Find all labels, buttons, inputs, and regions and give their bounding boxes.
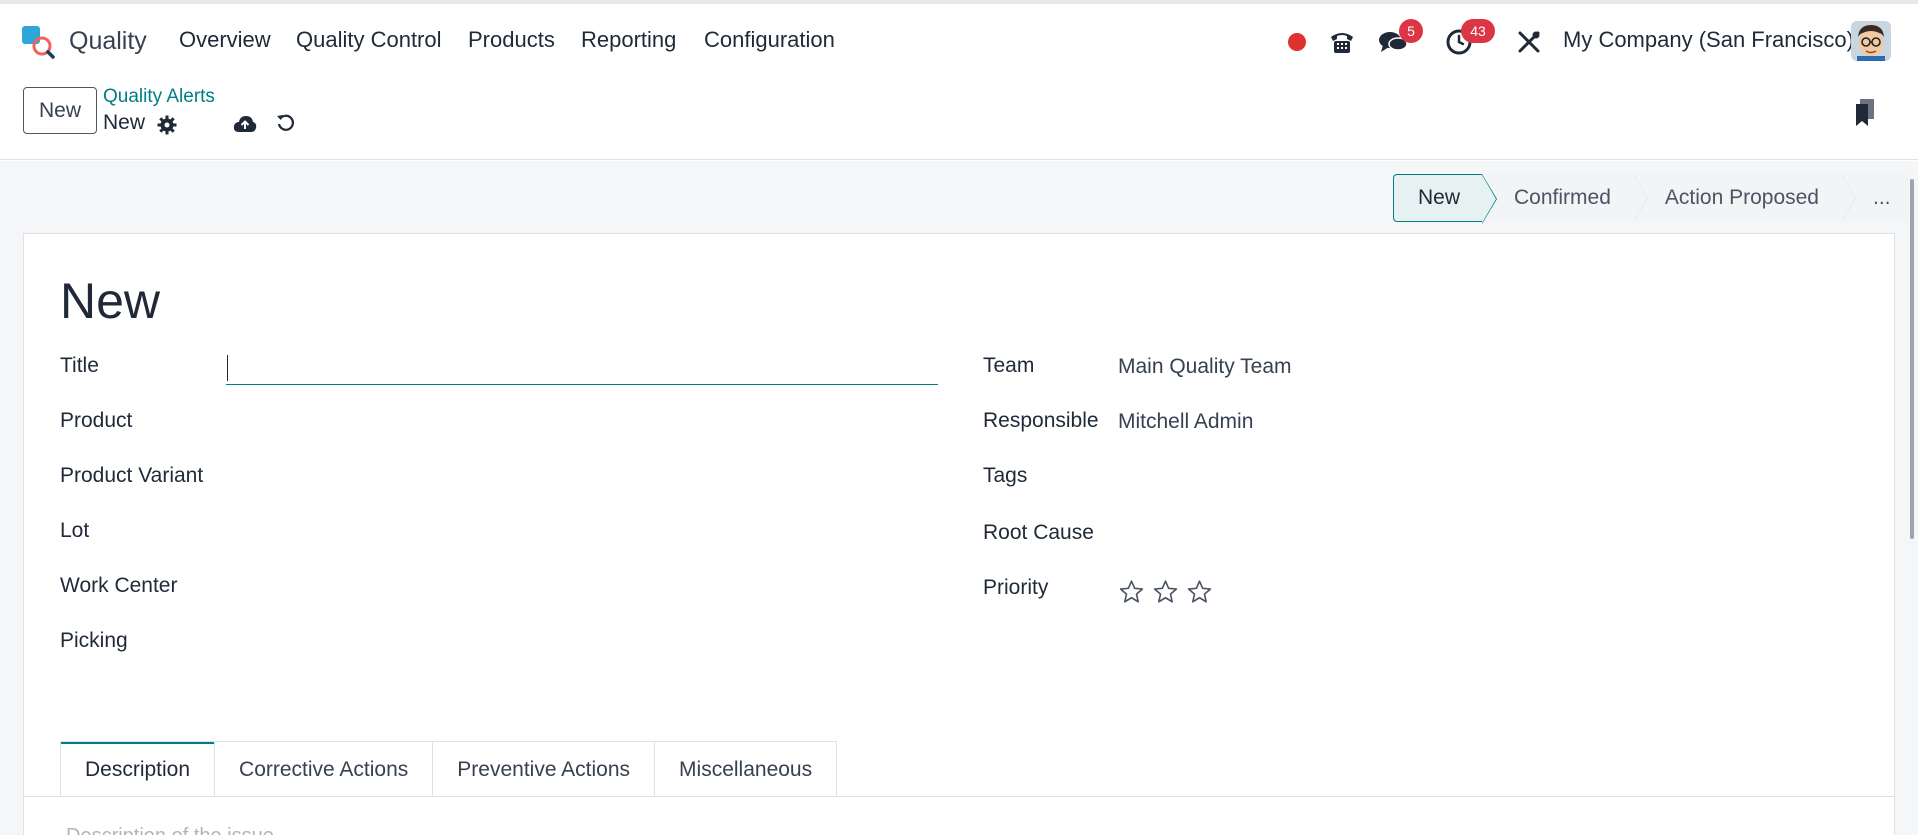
stage-label: ... bbox=[1873, 186, 1891, 209]
stage-confirmed[interactable]: Confirmed bbox=[1482, 173, 1648, 223]
record-title: New bbox=[60, 273, 161, 329]
menu-reporting[interactable]: Reporting bbox=[581, 27, 676, 53]
team-label: Team bbox=[983, 354, 1035, 377]
activities-count-badge: 43 bbox=[1461, 19, 1495, 43]
product-label: Product bbox=[60, 409, 133, 432]
star-icon[interactable] bbox=[1118, 579, 1145, 605]
gear-icon[interactable] bbox=[156, 114, 178, 136]
tab-preventive-actions[interactable]: Preventive Actions bbox=[432, 741, 656, 797]
user-avatar[interactable] bbox=[1851, 21, 1891, 61]
stage-action-proposed[interactable]: Action Proposed bbox=[1632, 173, 1856, 223]
breadcrumb-current-record: New bbox=[103, 111, 146, 134]
quality-app-icon[interactable] bbox=[21, 25, 55, 59]
title-label: Title bbox=[60, 354, 99, 377]
tab-miscellaneous[interactable]: Miscellaneous bbox=[654, 741, 838, 797]
menu-products[interactable]: Products bbox=[468, 27, 555, 53]
priority-stars bbox=[1118, 579, 1213, 605]
bookmark-icon[interactable] bbox=[1853, 98, 1877, 128]
stage-label: Action Proposed bbox=[1664, 186, 1819, 209]
tags-label: Tags bbox=[983, 464, 1028, 487]
menu-quality-control[interactable]: Quality Control bbox=[296, 27, 442, 53]
lot-label: Lot bbox=[60, 519, 90, 542]
star-icon[interactable] bbox=[1186, 579, 1213, 605]
stage-label: New bbox=[1418, 186, 1461, 209]
control-panel: New Quality Alerts New bbox=[0, 80, 1918, 160]
title-input[interactable] bbox=[226, 353, 938, 385]
tab-corrective-actions[interactable]: Corrective Actions bbox=[214, 741, 434, 797]
top-navbar: Quality Overview Quality Control Product… bbox=[0, 0, 1918, 80]
recording-dot-icon[interactable] bbox=[1287, 26, 1307, 58]
menu-overview[interactable]: Overview bbox=[179, 27, 271, 53]
vertical-scrollbar[interactable] bbox=[1910, 179, 1914, 539]
responsible-label: Responsible bbox=[983, 409, 1099, 432]
phone-icon[interactable] bbox=[1327, 26, 1357, 58]
tab-description[interactable]: Description bbox=[60, 741, 216, 797]
responsible-field[interactable]: Mitchell Admin bbox=[1118, 410, 1253, 434]
form-sheet: New Title Product Product Variant Lot Wo… bbox=[23, 233, 1895, 835]
new-record-button[interactable]: New bbox=[23, 87, 97, 134]
messages-count-badge: 5 bbox=[1399, 19, 1423, 43]
breadcrumb-quality-alerts[interactable]: Quality Alerts bbox=[103, 86, 215, 108]
tabs-divider bbox=[24, 796, 1894, 797]
status-bar: New Confirmed Action Proposed ... bbox=[1393, 173, 1911, 224]
description-editor[interactable]: Description of the issue... bbox=[66, 825, 291, 835]
work-center-label: Work Center bbox=[60, 574, 178, 597]
notebook-tabs: Description Corrective Actions Preventiv… bbox=[60, 741, 838, 797]
priority-label: Priority bbox=[983, 576, 1049, 599]
stage-label: Confirmed bbox=[1514, 186, 1611, 209]
picking-label: Picking bbox=[60, 629, 128, 652]
stage-new[interactable]: New bbox=[1393, 174, 1498, 224]
form-view: New Confirmed Action Proposed ... New Ti… bbox=[0, 161, 1918, 835]
discard-undo-icon[interactable] bbox=[275, 112, 297, 134]
menu-configuration[interactable]: Configuration bbox=[704, 27, 835, 53]
debug-tools-icon[interactable] bbox=[1515, 26, 1543, 58]
product-variant-label: Product Variant bbox=[60, 464, 204, 487]
team-field[interactable]: Main Quality Team bbox=[1118, 355, 1292, 379]
app-name[interactable]: Quality bbox=[69, 27, 147, 56]
save-cloud-upload-icon[interactable] bbox=[232, 112, 258, 136]
root-cause-label: Root Cause bbox=[983, 521, 1094, 544]
star-icon[interactable] bbox=[1152, 579, 1179, 605]
company-switcher[interactable]: My Company (San Francisco) bbox=[1563, 27, 1854, 53]
text-cursor bbox=[227, 355, 228, 381]
